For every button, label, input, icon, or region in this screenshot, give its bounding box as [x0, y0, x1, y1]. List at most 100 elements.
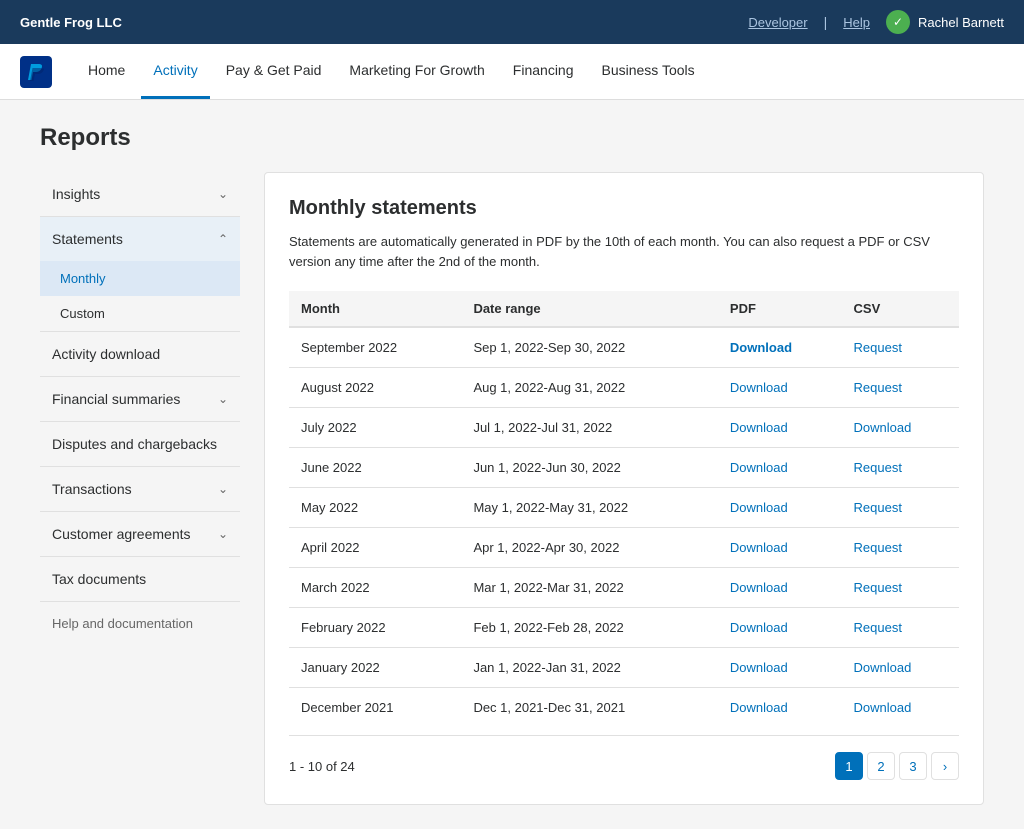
- divider: |: [824, 14, 828, 30]
- table-row: May 2022 May 1, 2022-May 31, 2022 Downlo…: [289, 488, 959, 528]
- cell-pdf: Download: [718, 608, 842, 648]
- sidebar-help[interactable]: Help and documentation: [40, 602, 240, 645]
- top-bar: Gentle Frog LLC Developer | Help ✓ Rache…: [0, 0, 1024, 44]
- sidebar-customer-header[interactable]: Customer agreements ⌄: [40, 512, 240, 556]
- cell-csv: Request: [842, 368, 959, 408]
- csv-link[interactable]: Request: [854, 460, 902, 475]
- pdf-link[interactable]: Download: [730, 660, 788, 675]
- pdf-link[interactable]: Download: [730, 700, 788, 715]
- developer-link[interactable]: Developer: [748, 15, 807, 30]
- csv-link[interactable]: Request: [854, 500, 902, 515]
- cell-range: Feb 1, 2022-Feb 28, 2022: [461, 608, 717, 648]
- statements-table: Month Date range PDF CSV September 2022 …: [289, 291, 959, 727]
- page-3-button[interactable]: 3: [899, 752, 927, 780]
- csv-link[interactable]: Request: [854, 340, 902, 355]
- cell-csv: Request: [842, 488, 959, 528]
- sidebar-sub-monthly[interactable]: Monthly: [40, 261, 240, 296]
- cell-range: May 1, 2022-May 31, 2022: [461, 488, 717, 528]
- cell-csv: Request: [842, 528, 959, 568]
- pdf-link[interactable]: Download: [730, 620, 788, 635]
- sidebar-statements-header[interactable]: Statements ⌃: [40, 217, 240, 261]
- main-nav: Home Activity Pay & Get Paid Marketing F…: [76, 44, 707, 99]
- nav-business-tools[interactable]: Business Tools: [590, 44, 707, 99]
- cell-csv: Request: [842, 568, 959, 608]
- col-month: Month: [289, 291, 461, 327]
- pagination: 1 - 10 of 24 1 2 3 ›: [289, 735, 959, 780]
- table-row: March 2022 Mar 1, 2022-Mar 31, 2022 Down…: [289, 568, 959, 608]
- page-2-button[interactable]: 2: [867, 752, 895, 780]
- pdf-link[interactable]: Download: [730, 500, 788, 515]
- section-title: Monthly statements: [289, 197, 959, 220]
- sidebar-financial-header[interactable]: Financial summaries ⌄: [40, 377, 240, 421]
- pdf-link[interactable]: Download: [730, 420, 788, 435]
- page-1-button[interactable]: 1: [835, 752, 863, 780]
- user-profile[interactable]: ✓ Rachel Barnett: [886, 10, 1004, 34]
- sidebar-activity-download[interactable]: Activity download: [40, 332, 240, 377]
- cell-month: April 2022: [289, 528, 461, 568]
- sidebar-financial-label: Financial summaries: [52, 391, 180, 407]
- cell-csv: Download: [842, 688, 959, 728]
- cell-month: February 2022: [289, 608, 461, 648]
- cell-pdf: Download: [718, 488, 842, 528]
- pdf-link[interactable]: Download: [730, 540, 788, 555]
- page-content: Reports Insights ⌄ Statements ⌃ Monthly …: [0, 100, 1024, 829]
- chevron-down-icon-4: ⌄: [218, 527, 228, 541]
- sidebar-customer-label: Customer agreements: [52, 526, 191, 542]
- help-link[interactable]: Help: [843, 15, 870, 30]
- csv-link[interactable]: Download: [854, 700, 912, 715]
- nav-financing[interactable]: Financing: [501, 44, 586, 99]
- cell-month: June 2022: [289, 448, 461, 488]
- cell-range: Dec 1, 2021-Dec 31, 2021: [461, 688, 717, 728]
- csv-link[interactable]: Request: [854, 620, 902, 635]
- table-row: April 2022 Apr 1, 2022-Apr 30, 2022 Down…: [289, 528, 959, 568]
- layout: Insights ⌄ Statements ⌃ Monthly Custom A…: [40, 172, 984, 805]
- csv-link[interactable]: Download: [854, 420, 912, 435]
- table-row: January 2022 Jan 1, 2022-Jan 31, 2022 Do…: [289, 648, 959, 688]
- csv-link[interactable]: Request: [854, 540, 902, 555]
- paypal-logo: [20, 56, 52, 88]
- chevron-down-icon-2: ⌄: [218, 392, 228, 406]
- cell-pdf: Download: [718, 688, 842, 728]
- nav-bar: Home Activity Pay & Get Paid Marketing F…: [0, 44, 1024, 100]
- sidebar-insights-header[interactable]: Insights ⌄: [40, 172, 240, 216]
- pdf-link[interactable]: Download: [730, 580, 788, 595]
- nav-activity[interactable]: Activity: [141, 44, 209, 99]
- cell-range: Sep 1, 2022-Sep 30, 2022: [461, 327, 717, 368]
- nav-home[interactable]: Home: [76, 44, 137, 99]
- pdf-link[interactable]: Download: [730, 460, 788, 475]
- page-title: Reports: [40, 124, 984, 152]
- csv-link[interactable]: Request: [854, 580, 902, 595]
- sidebar-transactions-label: Transactions: [52, 481, 132, 497]
- pdf-link[interactable]: Download: [730, 380, 788, 395]
- col-csv: CSV: [842, 291, 959, 327]
- nav-pay-get-paid[interactable]: Pay & Get Paid: [214, 44, 334, 99]
- cell-month: August 2022: [289, 368, 461, 408]
- section-description: Statements are automatically generated i…: [289, 232, 959, 271]
- csv-link[interactable]: Download: [854, 660, 912, 675]
- sidebar-transactions: Transactions ⌄: [40, 467, 240, 512]
- sidebar-tax[interactable]: Tax documents: [40, 557, 240, 602]
- col-pdf: PDF: [718, 291, 842, 327]
- cell-csv: Download: [842, 648, 959, 688]
- sidebar-statements: Statements ⌃ Monthly Custom: [40, 217, 240, 332]
- csv-link[interactable]: Request: [854, 380, 902, 395]
- sidebar-disputes[interactable]: Disputes and chargebacks: [40, 422, 240, 467]
- sidebar-transactions-header[interactable]: Transactions ⌄: [40, 467, 240, 511]
- cell-pdf: Download: [718, 528, 842, 568]
- cell-csv: Request: [842, 327, 959, 368]
- cell-month: March 2022: [289, 568, 461, 608]
- page-next-button[interactable]: ›: [931, 752, 959, 780]
- chevron-down-icon: ⌄: [218, 187, 228, 201]
- pdf-link[interactable]: Download: [730, 340, 792, 355]
- sidebar-financial: Financial summaries ⌄: [40, 377, 240, 422]
- sidebar-sub-custom[interactable]: Custom: [40, 296, 240, 331]
- cell-pdf: Download: [718, 568, 842, 608]
- cell-pdf: Download: [718, 327, 842, 368]
- table-row: June 2022 Jun 1, 2022-Jun 30, 2022 Downl…: [289, 448, 959, 488]
- cell-month: January 2022: [289, 648, 461, 688]
- cell-range: Jun 1, 2022-Jun 30, 2022: [461, 448, 717, 488]
- nav-marketing[interactable]: Marketing For Growth: [337, 44, 496, 99]
- cell-csv: Request: [842, 448, 959, 488]
- chevron-up-icon: ⌃: [218, 232, 228, 246]
- cell-range: Jul 1, 2022-Jul 31, 2022: [461, 408, 717, 448]
